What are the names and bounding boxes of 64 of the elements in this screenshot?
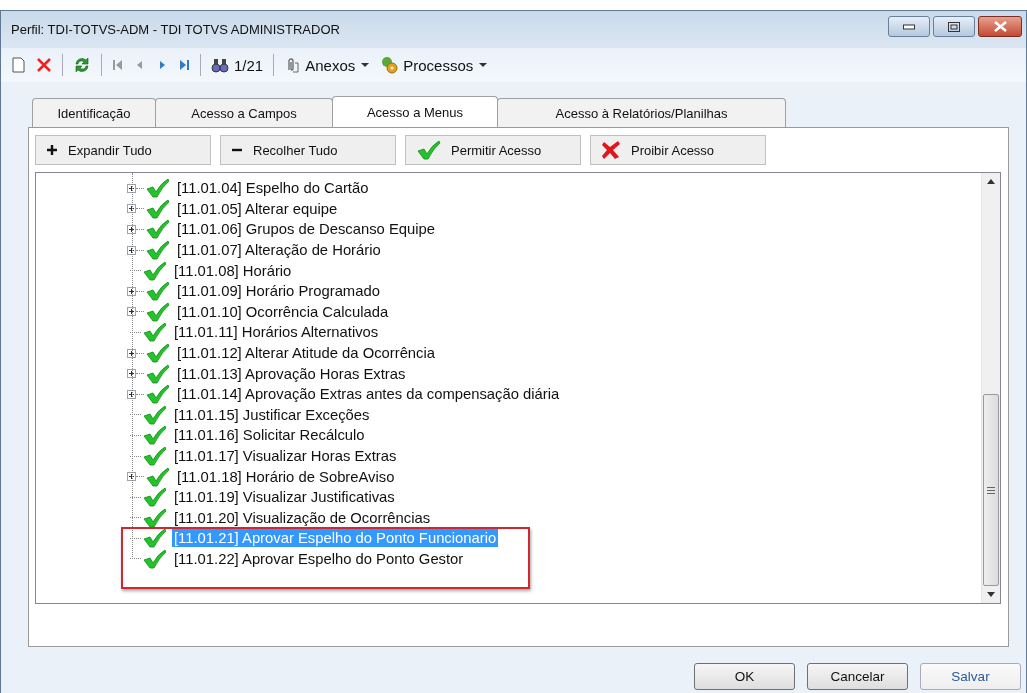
tree-item[interactable]: [11.01.13] Aprovação Horas Extras: [175, 364, 408, 383]
gears-icon: [380, 56, 399, 74]
cross-icon: [601, 140, 621, 160]
tab[interactable]: Identificação: [32, 98, 156, 127]
expand-icon[interactable]: [127, 183, 136, 193]
expand-icon[interactable]: [127, 369, 136, 379]
tree-item[interactable]: [11.01.15] Justificar Exceções: [172, 405, 372, 424]
new-document-icon[interactable]: [11, 57, 26, 73]
minimize-icon: [903, 23, 915, 30]
maximize-button[interactable]: [933, 16, 975, 37]
scroll-thumb[interactable]: [983, 394, 999, 586]
check-icon: [416, 140, 441, 160]
action-button[interactable]: Expandir Tudo: [35, 135, 211, 165]
minimize-button[interactable]: [888, 16, 930, 37]
tree-item[interactable]: [11.01.16] Solicitar Recálculo: [172, 426, 367, 445]
tree-item[interactable]: [11.01.05] Alterar equipe: [175, 199, 340, 218]
close-icon: [993, 21, 1007, 32]
expand-icon[interactable]: [127, 389, 136, 399]
tree-item[interactable]: [11.01.08] Horário: [172, 261, 294, 280]
plus-icon: [46, 144, 58, 156]
scroll-down-icon[interactable]: [987, 592, 995, 597]
tree-item[interactable]: [11.01.11] Horários Alternativos: [172, 323, 381, 342]
expand-icon[interactable]: [127, 245, 136, 255]
close-button[interactable]: [978, 16, 1022, 37]
refresh-icon[interactable]: [73, 56, 91, 74]
expand-icon[interactable]: [127, 286, 136, 296]
action-button[interactable]: Recolher Tudo: [220, 135, 396, 165]
dialog-button[interactable]: Cancelar: [807, 663, 908, 690]
tree-item[interactable]: [11.01.06] Grupos de Descanso Equipe: [175, 220, 438, 239]
grip-icon: [987, 486, 995, 494]
window-title: Perfil: TDI-TOTVS-ADM - TDI TOTVS ADMINISTRADOR: [11, 22, 341, 37]
last-record-icon[interactable]: [178, 58, 190, 72]
dialog-button[interactable]: OK: [694, 663, 795, 690]
tree-item[interactable]: [11.01.20] Visualização de Ocorrências: [172, 508, 433, 527]
tree-item[interactable]: [11.01.12] Alterar Atitude da Ocorrência: [175, 344, 437, 363]
action-button[interactable]: Permitir Acesso: [405, 135, 581, 165]
expand-icon[interactable]: [127, 307, 136, 317]
maximize-icon: [948, 21, 960, 32]
tree-item[interactable]: [11.01.14] Aprovação Extras antes da compensação diária: [175, 385, 562, 404]
tree-item[interactable]: [11.01.22] Aprovar Espelho do Ponto Gestor: [172, 550, 466, 568]
expand-icon[interactable]: [127, 225, 136, 234]
delete-icon[interactable]: [36, 57, 52, 73]
tree-item[interactable]: [11.01.10] Ocorrência Calculada: [175, 302, 391, 321]
toolbar-button[interactable]: 1/21: [209, 56, 266, 74]
tree-item[interactable]: [11.01.19] Visualizar Justificativas: [172, 488, 397, 507]
action-button[interactable]: Proibir Acesso: [590, 135, 766, 165]
tab[interactable]: Acesso à Relatórios/Planilhas: [497, 98, 786, 127]
tab[interactable]: Acesso a Campos: [155, 98, 333, 127]
expand-icon[interactable]: [127, 204, 136, 214]
dialog-button[interactable]: Salvar: [920, 663, 1021, 690]
tree-item[interactable]: [11.01.04] Espelho do Cartão: [175, 179, 371, 198]
toolbar-button[interactable]: Processos: [378, 56, 491, 74]
tree-item[interactable]: [11.01.17] Visualizar Horas Extras: [172, 447, 399, 465]
expand-icon[interactable]: [127, 348, 136, 358]
scrollbar[interactable]: [981, 173, 1000, 603]
tree-item[interactable]: [11.01.07] Alteração de Horário: [175, 241, 383, 260]
tab[interactable]: Acesso a Menus: [332, 96, 498, 127]
expand-icon[interactable]: [127, 472, 136, 482]
binoculars-icon: [211, 57, 229, 73]
first-record-icon[interactable]: [112, 58, 124, 72]
scroll-up-icon[interactable]: [987, 179, 995, 184]
toolbar-button[interactable]: Anexos: [282, 56, 373, 74]
tree-item[interactable]: [11.01.09] Horário Programado: [175, 282, 382, 301]
tree-item[interactable]: [11.01.18] Horário de SobreAviso: [175, 467, 397, 486]
